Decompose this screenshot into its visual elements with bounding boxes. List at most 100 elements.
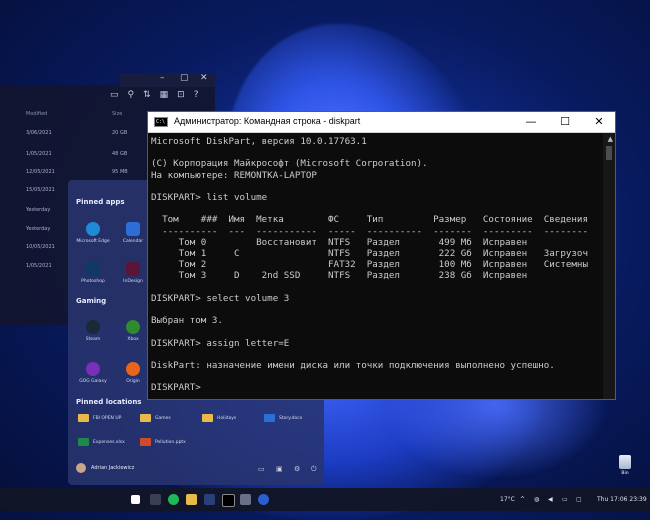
row-date: 10/05/2021 bbox=[26, 244, 55, 250]
app-photoshop[interactable]: Photoshop bbox=[73, 262, 113, 284]
console-line: Том 1 C NTFS Раздел 222 Gб Исправен Загр… bbox=[151, 248, 588, 259]
recycle-bin-icon bbox=[619, 455, 631, 469]
taskbar-app-icon[interactable] bbox=[240, 494, 251, 505]
powerpoint-doc-icon bbox=[140, 438, 151, 446]
minimize-icon[interactable]: – bbox=[160, 73, 165, 83]
app-label: Microsoft Edge bbox=[76, 239, 110, 244]
pinned-locations-title: Pinned locations bbox=[76, 398, 142, 406]
location-label: Games bbox=[155, 415, 171, 421]
location-item[interactable]: Holidays bbox=[202, 414, 236, 422]
taskbar: 17°C ^ ◍ ◀ ▭ ▢ Thu 17:06 23:39 bbox=[0, 488, 650, 511]
settings-icon[interactable]: ⚙ bbox=[294, 465, 300, 473]
console-line: ---------- --- ----------- ----- -------… bbox=[151, 225, 588, 237]
documents-icon[interactable]: ▭ bbox=[258, 465, 265, 473]
volume-icon[interactable]: ◀ bbox=[548, 496, 553, 503]
photoshop-icon bbox=[86, 262, 100, 276]
taskbar-app-icon[interactable] bbox=[258, 494, 269, 505]
gaming-title: Gaming bbox=[76, 297, 107, 305]
recycle-bin-label: Bin bbox=[621, 471, 629, 476]
battery-icon[interactable]: ▭ bbox=[562, 496, 568, 503]
scroll-up-icon[interactable]: ▲ bbox=[608, 135, 613, 143]
origin-icon bbox=[126, 362, 140, 376]
xbox-icon bbox=[126, 320, 140, 334]
folder-icon bbox=[202, 414, 213, 422]
app-label: GOG Galaxy bbox=[79, 379, 107, 384]
location-item[interactable]: FBI OPEN UP bbox=[78, 414, 121, 422]
command-prompt-window[interactable]: C:\ Администратор: Командная строка - di… bbox=[147, 111, 616, 400]
pictures-icon[interactable]: ▣ bbox=[276, 465, 283, 473]
new-folder-icon[interactable]: ▭ bbox=[110, 90, 119, 100]
row-size: 20 GB bbox=[112, 130, 128, 136]
weather-text[interactable]: 17°C bbox=[500, 496, 515, 503]
edge-icon bbox=[86, 222, 100, 236]
row-date: 1/05/2021 bbox=[26, 263, 52, 269]
row-date: 15/05/2021 bbox=[26, 187, 55, 193]
location-item[interactable]: Expenses.xlsx bbox=[78, 438, 125, 446]
scrollbar-thumb[interactable] bbox=[606, 146, 612, 160]
app-microsoft-edge[interactable]: Microsoft Edge bbox=[73, 222, 113, 244]
close-button[interactable]: ✕ bbox=[582, 112, 616, 132]
row-date: Yesterday bbox=[26, 226, 51, 232]
task-view-icon[interactable] bbox=[150, 494, 161, 505]
screenshot-icon[interactable]: ⊡ bbox=[177, 90, 185, 100]
taskbar-app-icon[interactable] bbox=[204, 494, 215, 505]
avatar bbox=[76, 463, 86, 473]
app-gog-galaxy[interactable]: GOG Galaxy bbox=[73, 362, 113, 384]
row-date: 3/06/2021 bbox=[26, 130, 52, 136]
column-size[interactable]: Size bbox=[112, 111, 122, 117]
location-label: Holidays bbox=[217, 415, 237, 421]
search-icon[interactable]: ⚲ bbox=[128, 90, 135, 100]
explorer-toolbar: ▭ ⚲ ⇅ ▦ ⊡ ? bbox=[110, 90, 199, 100]
pinned-apps-title: Pinned apps bbox=[76, 198, 125, 206]
row-size: 95 MB bbox=[112, 169, 128, 175]
row-size: 48 GB bbox=[112, 151, 128, 157]
sort-icon[interactable]: ⇅ bbox=[143, 90, 151, 100]
maximize-icon[interactable]: ▢ bbox=[180, 73, 189, 83]
gog-galaxy-icon bbox=[86, 362, 100, 376]
location-item[interactable]: Games bbox=[140, 414, 171, 422]
close-icon[interactable]: ✕ bbox=[200, 73, 208, 83]
console-line: Том 3 D 2nd SSD NTFS Раздел 238 Gб Испра… bbox=[151, 270, 528, 282]
console-output[interactable]: Microsoft DiskPart, версия 10.0.17763.1 (… bbox=[151, 136, 601, 399]
scrollbar[interactable] bbox=[603, 133, 615, 399]
console-line: Том ### Имя Метка ФС Тип Размер Состояни… bbox=[151, 214, 588, 226]
console-line: Microsoft DiskPart, версия 10.0.17763.1 bbox=[151, 136, 367, 147]
tray-chevron-icon[interactable]: ^ bbox=[520, 496, 525, 503]
user-profile[interactable]: Adrian Jackiewicz bbox=[76, 463, 134, 473]
console-line: DISKPART> list volume bbox=[151, 192, 268, 203]
location-item[interactable]: Pollution.pptx bbox=[140, 438, 186, 446]
notification-icon[interactable]: ▢ bbox=[576, 496, 582, 503]
file-explorer-icon[interactable] bbox=[186, 494, 197, 505]
excel-doc-icon bbox=[78, 438, 89, 446]
location-item[interactable]: Story.docx bbox=[264, 414, 302, 422]
app-steam[interactable]: Steam bbox=[73, 320, 113, 342]
console-line: DISKPART> assign letter=E bbox=[151, 337, 290, 349]
cmd-titlebar[interactable]: C:\ Администратор: Командная строка - di… bbox=[148, 112, 615, 133]
maximize-button[interactable]: ☐ bbox=[548, 112, 582, 132]
location-label: Pollution.pptx bbox=[155, 439, 186, 445]
folder-icon bbox=[140, 414, 151, 422]
spotify-icon[interactable] bbox=[168, 494, 179, 505]
network-icon[interactable]: ◍ bbox=[534, 496, 539, 503]
console-line: Том 0 Восстановит NTFS Раздел 499 Мб Исп… bbox=[151, 236, 528, 248]
row-date: 12/05/2021 bbox=[26, 169, 55, 175]
clock[interactable]: Thu 17:06 23:39 bbox=[597, 496, 647, 503]
steam-icon bbox=[86, 320, 100, 334]
power-icon[interactable]: ⏻ bbox=[311, 465, 317, 474]
recycle-bin[interactable]: Bin bbox=[614, 455, 636, 476]
console-line: DISKPART> bbox=[151, 382, 207, 394]
app-label: Steam bbox=[85, 337, 101, 342]
console-line: На компьютере: REMONTKA-LAPTOP bbox=[151, 169, 317, 181]
terminal-icon[interactable] bbox=[222, 494, 235, 507]
user-name: Adrian Jackiewicz bbox=[91, 465, 135, 471]
console-line: DiskPart: назначение имени диска или точ… bbox=[151, 360, 555, 371]
view-icon[interactable]: ▦ bbox=[160, 90, 169, 100]
location-label: Expenses.xlsx bbox=[93, 439, 125, 445]
help-icon[interactable]: ? bbox=[194, 90, 199, 100]
cmd-app-icon: C:\ bbox=[154, 117, 168, 127]
app-label: Photoshop bbox=[81, 279, 105, 284]
minimize-button[interactable]: — bbox=[514, 112, 548, 132]
windows-start-icon[interactable] bbox=[131, 495, 140, 504]
folder-icon bbox=[78, 414, 89, 422]
column-modified[interactable]: Modified bbox=[26, 111, 47, 117]
